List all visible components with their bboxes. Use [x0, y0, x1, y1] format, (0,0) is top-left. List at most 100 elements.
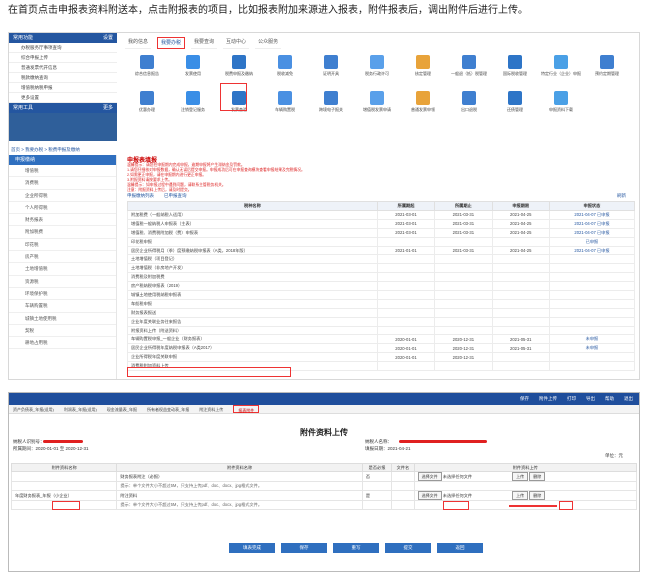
service-item[interactable]: 跨境电子报关 [311, 91, 351, 112]
action-button[interactable]: 提交 [385, 543, 431, 553]
service-item[interactable]: 综合信息报告 [127, 55, 167, 76]
form-toolbar: 保存 附件上传 打印 导出 帮助 退出 [9, 393, 639, 405]
table-row[interactable]: 房产税纳税申报表（2019） [127, 281, 636, 292]
sidebar-item[interactable]: 办税服务厅事项查询 [9, 43, 117, 53]
toolbar-button[interactable]: 帮助 [605, 393, 614, 405]
tab[interactable]: 我的信息 [125, 37, 152, 49]
service-item[interactable]: 注销登记服务 [173, 91, 213, 112]
menu-item[interactable]: 城镇土地使用税 [9, 313, 116, 325]
table-row[interactable]: 土地增值税（项目登记） [127, 254, 636, 265]
table-cell: 2021-05-31 [491, 334, 550, 345]
table-cell [491, 236, 550, 247]
highlight-box [220, 83, 247, 111]
table-cell [434, 298, 493, 309]
menu-item[interactable]: 增值税 [9, 165, 116, 178]
menu-item[interactable]: 土地增值税 [9, 263, 116, 276]
table-row[interactable]: 城镇土地使用税纳税申报表 [127, 290, 636, 300]
table-row[interactable]: 居民企业所得税月（季）度预缴纳税申报表（A类，2018年版） 2021-01-01… [127, 245, 636, 256]
service-item[interactable]: 发票使用 [173, 55, 213, 76]
menu-item[interactable]: 房产税 [9, 251, 116, 264]
service-item[interactable]: 特定行业（企业）申报 [541, 55, 581, 76]
action-button[interactable]: 填表完成 [229, 543, 275, 553]
action-button[interactable]: 返回 [437, 543, 483, 553]
table-cell [548, 272, 636, 283]
table-row[interactable]: 附加税费（一般纳税人适用） 2021-03-01 2021-03-31 2021-04… [127, 210, 636, 220]
menu-item[interactable]: 耕地占用税 [9, 337, 116, 350]
report-tab[interactable]: 所有者权益变动表_年报 [147, 405, 189, 413]
upload-button[interactable]: 上传 [512, 491, 529, 500]
tab[interactable]: 我要查询 [191, 37, 218, 49]
tab[interactable]: 我要办税 [157, 37, 186, 49]
sub-tab[interactable]: 已申报查询 [164, 193, 187, 199]
table-row[interactable]: 企业所得税年度关联申报 2020-01-01 2020-12-31 [127, 352, 636, 363]
toolbar-button[interactable]: 附件上传 [539, 393, 557, 405]
table-row[interactable]: 增值税、消费税附加税（费）申报表 2021-03-01 2021-03-31 2021… [127, 227, 636, 238]
service-item[interactable]: 一般退（抵）税管理 [449, 55, 489, 76]
menu-item[interactable]: 附加税费 [9, 226, 116, 239]
table-row[interactable]: 车船税申报 [127, 298, 636, 309]
delete-button[interactable]: 删除 [529, 472, 546, 481]
table-row[interactable]: 车辆购置税申报_一般企业（财务报表） 2020-01-01 2020-12-31 20… [127, 334, 636, 345]
delete-button[interactable]: 删除 [529, 491, 546, 500]
tab[interactable]: 互动中心 [223, 37, 250, 49]
report-tab[interactable]: 利润表_年报(适用) [64, 405, 97, 413]
tab[interactable]: 公众服务 [255, 37, 282, 49]
table-row[interactable]: 土地增值税（非房地产开发） [127, 263, 636, 274]
menu-item[interactable]: 环境保护税 [9, 288, 116, 301]
action-button[interactable]: 重写 [333, 543, 379, 553]
menu-item[interactable]: 契税 [9, 325, 116, 338]
service-item[interactable]: 增值税发票申请 [357, 91, 397, 112]
menu-item[interactable]: 印花税 [9, 239, 116, 252]
menu-item[interactable]: 个人所得税 [9, 202, 116, 215]
service-item[interactable]: 出口退税 [449, 91, 489, 112]
service-label: 特定行业（企业）申报 [541, 71, 581, 76]
service-item[interactable]: 税费申报及缴纳 [219, 55, 259, 76]
sub-tab[interactable]: 申报缴纳列表 [127, 193, 154, 199]
service-item[interactable]: 申报资料下载 [541, 91, 581, 112]
service-item[interactable]: 车辆购置税 [265, 91, 305, 112]
service-item[interactable]: 还债管理 [495, 91, 535, 112]
menu-item[interactable]: 企业所得税 [9, 190, 116, 202]
table-row[interactable]: 附报资料上传（附送资料） [127, 325, 636, 336]
sidebar-item[interactable]: 普通发票代开信息 [9, 63, 117, 73]
toolbar-button[interactable]: 打印 [567, 393, 576, 405]
service-item[interactable]: 证明开具 [311, 55, 351, 76]
table-row[interactable]: 企业年度关联业务往来报告 [127, 316, 636, 327]
table-cell [548, 307, 636, 318]
choose-file-button[interactable]: 选择文件 [417, 491, 442, 500]
menu-item[interactable]: 资源税 [9, 276, 116, 288]
upload-button[interactable]: 上传 [512, 472, 529, 481]
table-row[interactable]: 消费税及附加税费 [127, 272, 636, 283]
service-item[interactable]: 国际税收管理 [495, 55, 535, 76]
table-row[interactable]: 居民企业所得税年度纳税申报表（A类2017） 2020-01-01 2020-12-… [127, 343, 636, 354]
report-tab[interactable]: 现金流量表_年报 [107, 405, 137, 413]
menu-item[interactable]: 消费税 [9, 177, 116, 190]
service-item[interactable]: 预约定期管理 [587, 55, 627, 76]
toolbar-button[interactable]: 保存 [520, 393, 529, 405]
report-tab[interactable]: 资产负债表_年报(适用) [13, 405, 54, 413]
report-tab[interactable]: 报表附件 [233, 405, 260, 413]
service-item[interactable]: 税收减免 [265, 55, 305, 76]
action-button[interactable]: 保存 [281, 543, 327, 553]
required-cell: 否 [361, 471, 393, 482]
toolbar-button[interactable]: 导出 [586, 393, 595, 405]
service-item[interactable]: 核定管理 [403, 55, 443, 76]
sidebar-item[interactable]: 增值税纳税申报 [9, 83, 117, 93]
refresh-link[interactable]: 刷新 [617, 193, 626, 199]
sidebar-item[interactable]: 更多设置 [9, 93, 117, 103]
common-functions-sidebar: 常用功能 设置 办税服务厅事项查询 综合申报上传 普通发票代开信息 税款缴纳查询 增值税纳… [9, 33, 117, 141]
service-icon [186, 91, 200, 105]
service-item[interactable]: 税务行政许可 [357, 55, 397, 76]
toolbar-button[interactable]: 退出 [624, 393, 633, 405]
menu-item[interactable]: 车辆购置税 [9, 300, 116, 313]
sidebar-item[interactable]: 税款缴纳查询 [9, 73, 117, 83]
choose-file-button[interactable]: 选择文件 [417, 472, 442, 481]
menu-item[interactable]: 财务报表 [9, 214, 116, 227]
report-tab[interactable]: 附注资料上传 [199, 405, 223, 413]
table-row[interactable]: 财务报表报送 [127, 307, 636, 318]
sidebar-item[interactable]: 综合申报上传 [9, 53, 117, 63]
service-item[interactable]: 普通发票申领 [403, 91, 443, 112]
table-row[interactable]: 增值税一般纳税人申报表（主表） 2021-03-01 2021-03-31 2021-… [127, 218, 636, 229]
table-row[interactable]: 印花税申报 已申报 [127, 236, 636, 247]
service-item[interactable]: 优惠办理 [127, 91, 167, 112]
